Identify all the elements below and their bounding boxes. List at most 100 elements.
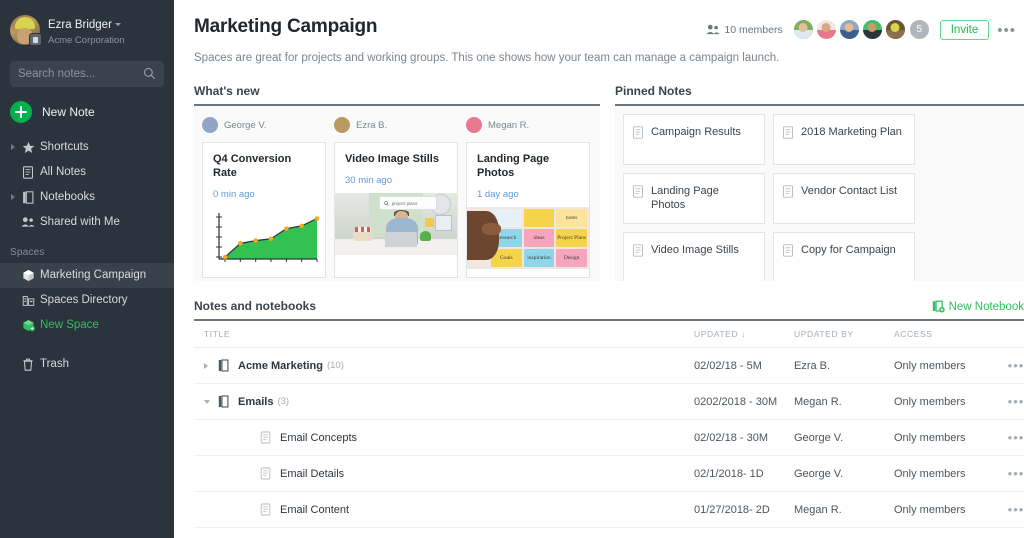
sidebar-item-all-notes[interactable]: All Notes [0,160,174,185]
sidebar-item-new-space[interactable]: New Space [0,313,174,338]
notebook-icon [218,395,229,408]
note-card-time: 30 min ago [345,174,393,186]
pinned-note-card[interactable]: Vendor Contact List [773,173,915,224]
whats-new-card[interactable]: Ezra B. Video Image Stills 30 min ago pr… [334,114,458,278]
plus-circle-icon [10,100,32,123]
new-notebook-label: New Notebook [948,300,1024,313]
people-icon [706,24,720,34]
sticky-note: Design [556,248,587,267]
whats-new-card[interactable]: George V. Q4 Conversion Rate 0 min ago [202,114,326,278]
pinned-notes-section: Pinned Notes Campaign Results 2018 Market… [615,84,1024,281]
column-header-access[interactable]: ACCESS [894,321,1004,348]
row-updated-by: George V. [794,455,894,492]
invite-button[interactable]: Invite [939,19,990,40]
table-row[interactable]: Emails (3) 0202/2018 - 30M Megan R. Only mem… [194,383,1024,420]
ellipsis-icon[interactable]: ••• [1008,394,1024,409]
avatar-overflow-count[interactable]: 5 [908,19,930,40]
ellipsis-icon[interactable]: ••• [1008,502,1024,517]
pinned-note-card[interactable]: Campaign Results [623,114,765,165]
table-row[interactable]: Email Content 01/27/2018- 2D Megan R. Only … [194,491,1024,528]
card-author: Megan R. [466,114,590,136]
avatar[interactable] [884,19,906,40]
row-access: Only members [894,383,1004,420]
user-profile[interactable]: Ezra Bridger Acme Corporation [0,8,174,57]
row-updated: 02/02/18 - 5M [694,347,794,384]
pinned-note-card[interactable]: Landing Page Photos [623,173,765,224]
pinned-notes-grid: Campaign Results 2018 Marketing Plan Landi… [623,114,1016,281]
page-header: Marketing Campaign 10 members 5 Invite •… [194,0,1024,40]
table-row[interactable]: Email Concepts 02/02/18 - 30M George V. Onl… [194,419,1024,456]
new-note-button[interactable]: New Note [0,87,174,135]
table-row[interactable]: Acme Marketing (10) 02/02/18 - 5M Ezra B. On… [194,347,1024,384]
table-row[interactable]: Meeting Notes(2)01/19/2018 - 3DAlex L.On… [194,527,1024,538]
sidebar-item-label: Trash [40,358,69,371]
notebook-add-icon [932,300,945,313]
sticky-notes-grid: notes Research ideas Project Plans Goals insp… [489,207,589,269]
space-add-icon [18,319,38,332]
table-row[interactable]: Email Details 02/1/2018- 1D George V. Only … [194,455,1024,492]
sticky-note: Project Plans [556,228,587,247]
sidebar-item-label: All Notes [40,166,87,179]
column-header-updated-by[interactable]: UPDATED BY [794,321,894,348]
whats-new-card[interactable]: Megan R. Landing Page Photos 1 day ago n… [466,114,590,278]
card-author-name: George V. [224,119,267,131]
area-chart-svg [216,212,320,262]
ellipsis-icon[interactable]: ••• [997,21,1016,38]
note-card[interactable]: Q4 Conversion Rate 0 min ago [202,142,326,278]
avatar[interactable] [815,19,837,40]
sidebar: Ezra Bridger Acme Corporation New Note S… [0,0,174,538]
ellipsis-icon[interactable]: ••• [1008,358,1024,373]
column-header-title[interactable]: TITLE [194,321,694,348]
row-updated: 0202/2018 - 30M [694,383,794,420]
note-icon [260,431,271,444]
pinned-note-card[interactable]: 2018 Marketing Plan [773,114,915,165]
note-icon [18,166,38,179]
card-author: Ezra B. [334,114,458,136]
chevron-down-icon[interactable] [204,399,218,404]
card-author-name: Ezra B. [356,119,388,131]
new-notebook-button[interactable]: New Notebook [932,300,1024,313]
whats-new-cards: George V. Q4 Conversion Rate 0 min ago E… [202,114,592,278]
search-box[interactable] [10,60,164,87]
sidebar-item-trash[interactable]: Trash [0,352,174,377]
members-count[interactable]: 10 members [706,23,783,36]
note-card-image: project plans [335,192,457,255]
sidebar-item-label: Spaces Directory [40,294,128,307]
note-card-title: Q4 Conversion Rate [213,153,292,179]
row-updated: 02/1/2018- 1D [694,455,794,492]
search-input[interactable] [18,67,156,80]
pinned-note-label: Video Image Stills [651,244,739,256]
note-card[interactable]: Landing Page Photos 1 day ago notes Resea… [466,142,590,278]
pinned-note-label: Vendor Contact List [801,185,898,197]
avatar[interactable] [792,19,814,40]
avatar[interactable] [861,19,883,40]
chevron-right-icon[interactable] [204,362,218,369]
finger-shape [481,222,502,235]
ellipsis-icon[interactable]: ••• [1008,466,1024,481]
sidebar-item-shortcuts[interactable]: Shortcuts [0,135,174,160]
chevron-down-icon[interactable] [114,23,121,26]
user-name: Ezra Bridger [48,19,112,31]
notes-and-notebooks-section: Notes and notebooks New Notebook TITLE U… [194,299,1024,538]
conversion-rate-chart [203,207,325,269]
note-card-title: Landing Page Photos [477,153,550,179]
sidebar-item-spaces-directory[interactable]: Spaces Directory [0,288,174,313]
avatar[interactable] [838,19,860,40]
column-header-updated[interactable]: UPDATED ↓ [694,321,794,348]
row-title: Email Concepts [280,431,358,444]
pinned-note-card[interactable]: Copy for Campaign [773,232,915,281]
note-card[interactable]: Video Image Stills 30 min ago project pl… [334,142,458,278]
row-title: Email Details [280,467,345,480]
ellipsis-icon[interactable]: ••• [1008,430,1024,445]
sidebar-item-marketing-campaign[interactable]: Marketing Campaign [0,262,174,288]
row-updated-by: Ezra B. [794,347,894,384]
table-header-row: TITLE UPDATED ↓ UPDATED BY ACCESS [194,321,1024,348]
sidebar-item-notebooks[interactable]: Notebooks [0,185,174,210]
pinned-note-card[interactable]: Video Image Stills [623,232,765,281]
avatar [10,15,42,47]
members-count-label: 10 members [724,23,783,36]
sidebar-item-shared-with-me[interactable]: Shared with Me [0,210,174,235]
chevron-right-icon [8,194,18,201]
note-icon [633,244,643,257]
card-author-name: Megan R. [488,119,530,131]
